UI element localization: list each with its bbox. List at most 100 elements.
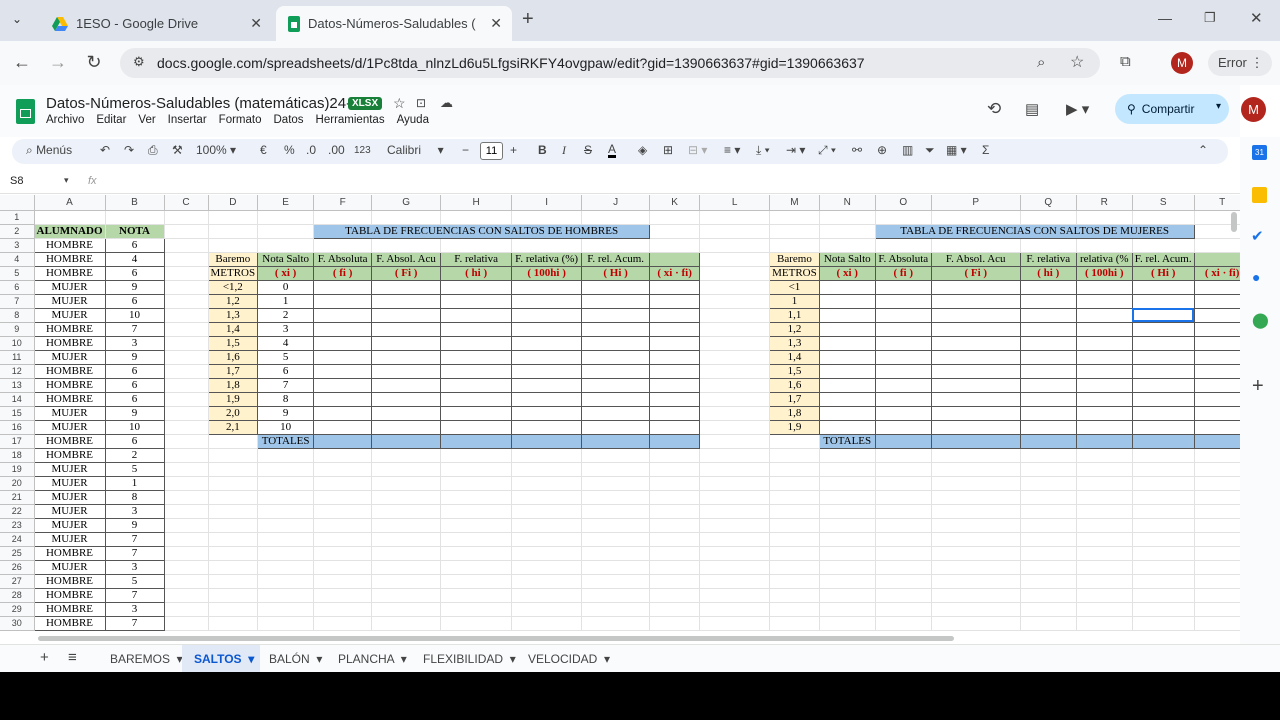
- cell[interactable]: [1131, 349, 1195, 365]
- cell[interactable]: [699, 336, 771, 351]
- cell[interactable]: [440, 321, 513, 337]
- cell[interactable]: [649, 574, 701, 589]
- column-header-q[interactable]: Q: [1020, 195, 1077, 211]
- cell[interactable]: HOMBRE: [33, 545, 106, 561]
- cell[interactable]: [313, 546, 373, 561]
- cell[interactable]: TOTALES: [257, 433, 315, 449]
- align-icon[interactable]: ≡ ▾: [724, 143, 740, 157]
- cell[interactable]: [769, 238, 820, 253]
- cell[interactable]: [313, 405, 373, 421]
- cell[interactable]: [1132, 588, 1195, 603]
- cell[interactable]: <1: [769, 279, 820, 295]
- cell[interactable]: [208, 462, 259, 477]
- cell[interactable]: [313, 377, 373, 393]
- cell[interactable]: [874, 433, 932, 449]
- text-rotation-icon[interactable]: ⤢ ▾: [818, 143, 836, 158]
- cell[interactable]: [649, 238, 701, 253]
- row-header[interactable]: 8: [0, 308, 35, 323]
- move-folder-icon[interactable]: ⊡: [416, 96, 426, 110]
- cell[interactable]: [371, 476, 442, 491]
- column-header-e[interactable]: E: [257, 195, 315, 211]
- cell[interactable]: [769, 224, 820, 239]
- close-icon[interactable]: ✕: [250, 15, 262, 32]
- cell[interactable]: [649, 363, 701, 379]
- cell[interactable]: 1,6: [769, 377, 820, 393]
- cell[interactable]: [371, 391, 442, 407]
- cell[interactable]: [581, 335, 651, 351]
- cell[interactable]: [164, 322, 209, 337]
- cell[interactable]: [164, 434, 209, 449]
- cell[interactable]: 3: [257, 321, 315, 337]
- cell[interactable]: [931, 490, 1021, 505]
- new-tab-button[interactable]: +: [522, 8, 534, 31]
- cell[interactable]: [819, 546, 876, 561]
- cell[interactable]: [649, 377, 701, 393]
- cell[interactable]: [874, 335, 932, 351]
- cell[interactable]: [699, 308, 771, 323]
- cell[interactable]: 0: [257, 279, 315, 295]
- cell[interactable]: [440, 476, 513, 491]
- cell[interactable]: [1132, 574, 1195, 589]
- menu-herramientas[interactable]: Herramientas: [316, 114, 385, 126]
- cell[interactable]: [875, 476, 932, 491]
- cell[interactable]: [1131, 433, 1195, 449]
- vertical-align-icon[interactable]: ⤓ ▾: [756, 143, 770, 158]
- cell[interactable]: [874, 419, 932, 435]
- menu-ayuda[interactable]: Ayuda: [397, 114, 429, 126]
- keep-icon[interactable]: [1252, 187, 1267, 203]
- cell[interactable]: [511, 321, 583, 337]
- cell[interactable]: [440, 546, 513, 561]
- cell[interactable]: [818, 335, 876, 351]
- cell[interactable]: [511, 210, 583, 225]
- cell[interactable]: [257, 560, 315, 575]
- cell[interactable]: [931, 546, 1021, 561]
- cell[interactable]: [208, 546, 259, 561]
- restore-icon[interactable]: ❐: [1204, 10, 1216, 26]
- cell[interactable]: [164, 406, 209, 421]
- cell[interactable]: [371, 433, 442, 449]
- cell[interactable]: [930, 363, 1021, 379]
- cell[interactable]: [930, 391, 1021, 407]
- omnibox[interactable]: ⚙ docs.google.com/spreadsheets/d/1Pc8tda…: [120, 48, 1100, 78]
- calendar-icon[interactable]: 31: [1252, 145, 1267, 160]
- cell[interactable]: [1075, 419, 1133, 435]
- cell[interactable]: [164, 518, 209, 533]
- cell[interactable]: [581, 532, 651, 547]
- cell[interactable]: [819, 476, 876, 491]
- cell[interactable]: 2: [257, 307, 315, 323]
- cell[interactable]: 6: [104, 237, 165, 253]
- cell[interactable]: [313, 588, 373, 603]
- cell[interactable]: ( hi ): [440, 265, 513, 281]
- cell[interactable]: [164, 476, 209, 491]
- cell[interactable]: [699, 476, 771, 491]
- sheet-tab-flexibilidad[interactable]: FLEXIBILIDAD ▾: [423, 652, 516, 666]
- cell[interactable]: [105, 210, 165, 225]
- column-header-l[interactable]: L: [699, 195, 771, 211]
- cell[interactable]: [930, 405, 1021, 421]
- cell[interactable]: [1020, 504, 1077, 519]
- zoom-icon[interactable]: ⌕: [1037, 54, 1045, 71]
- cell[interactable]: [699, 280, 771, 295]
- menu-ver[interactable]: Ver: [138, 114, 155, 126]
- cell[interactable]: [699, 462, 771, 477]
- cell[interactable]: [874, 363, 932, 379]
- cell[interactable]: 6: [104, 293, 165, 309]
- cell[interactable]: [164, 448, 209, 463]
- cell[interactable]: [164, 238, 209, 253]
- cell[interactable]: [208, 224, 259, 239]
- cell[interactable]: [1019, 307, 1077, 323]
- row-header[interactable]: 28: [0, 588, 35, 603]
- cell[interactable]: [699, 574, 771, 589]
- cell[interactable]: 10: [104, 419, 165, 435]
- column-header-o[interactable]: O: [875, 195, 932, 211]
- cell[interactable]: [581, 321, 651, 337]
- cell[interactable]: [511, 335, 583, 351]
- cell[interactable]: [164, 560, 209, 575]
- cell[interactable]: [164, 308, 209, 323]
- cell[interactable]: [875, 588, 932, 603]
- cell[interactable]: 1,8: [769, 405, 820, 421]
- increase-decimal-button[interactable]: .00: [328, 143, 345, 157]
- cell[interactable]: [164, 364, 209, 379]
- cell[interactable]: [1132, 448, 1195, 463]
- cell[interactable]: [649, 405, 701, 421]
